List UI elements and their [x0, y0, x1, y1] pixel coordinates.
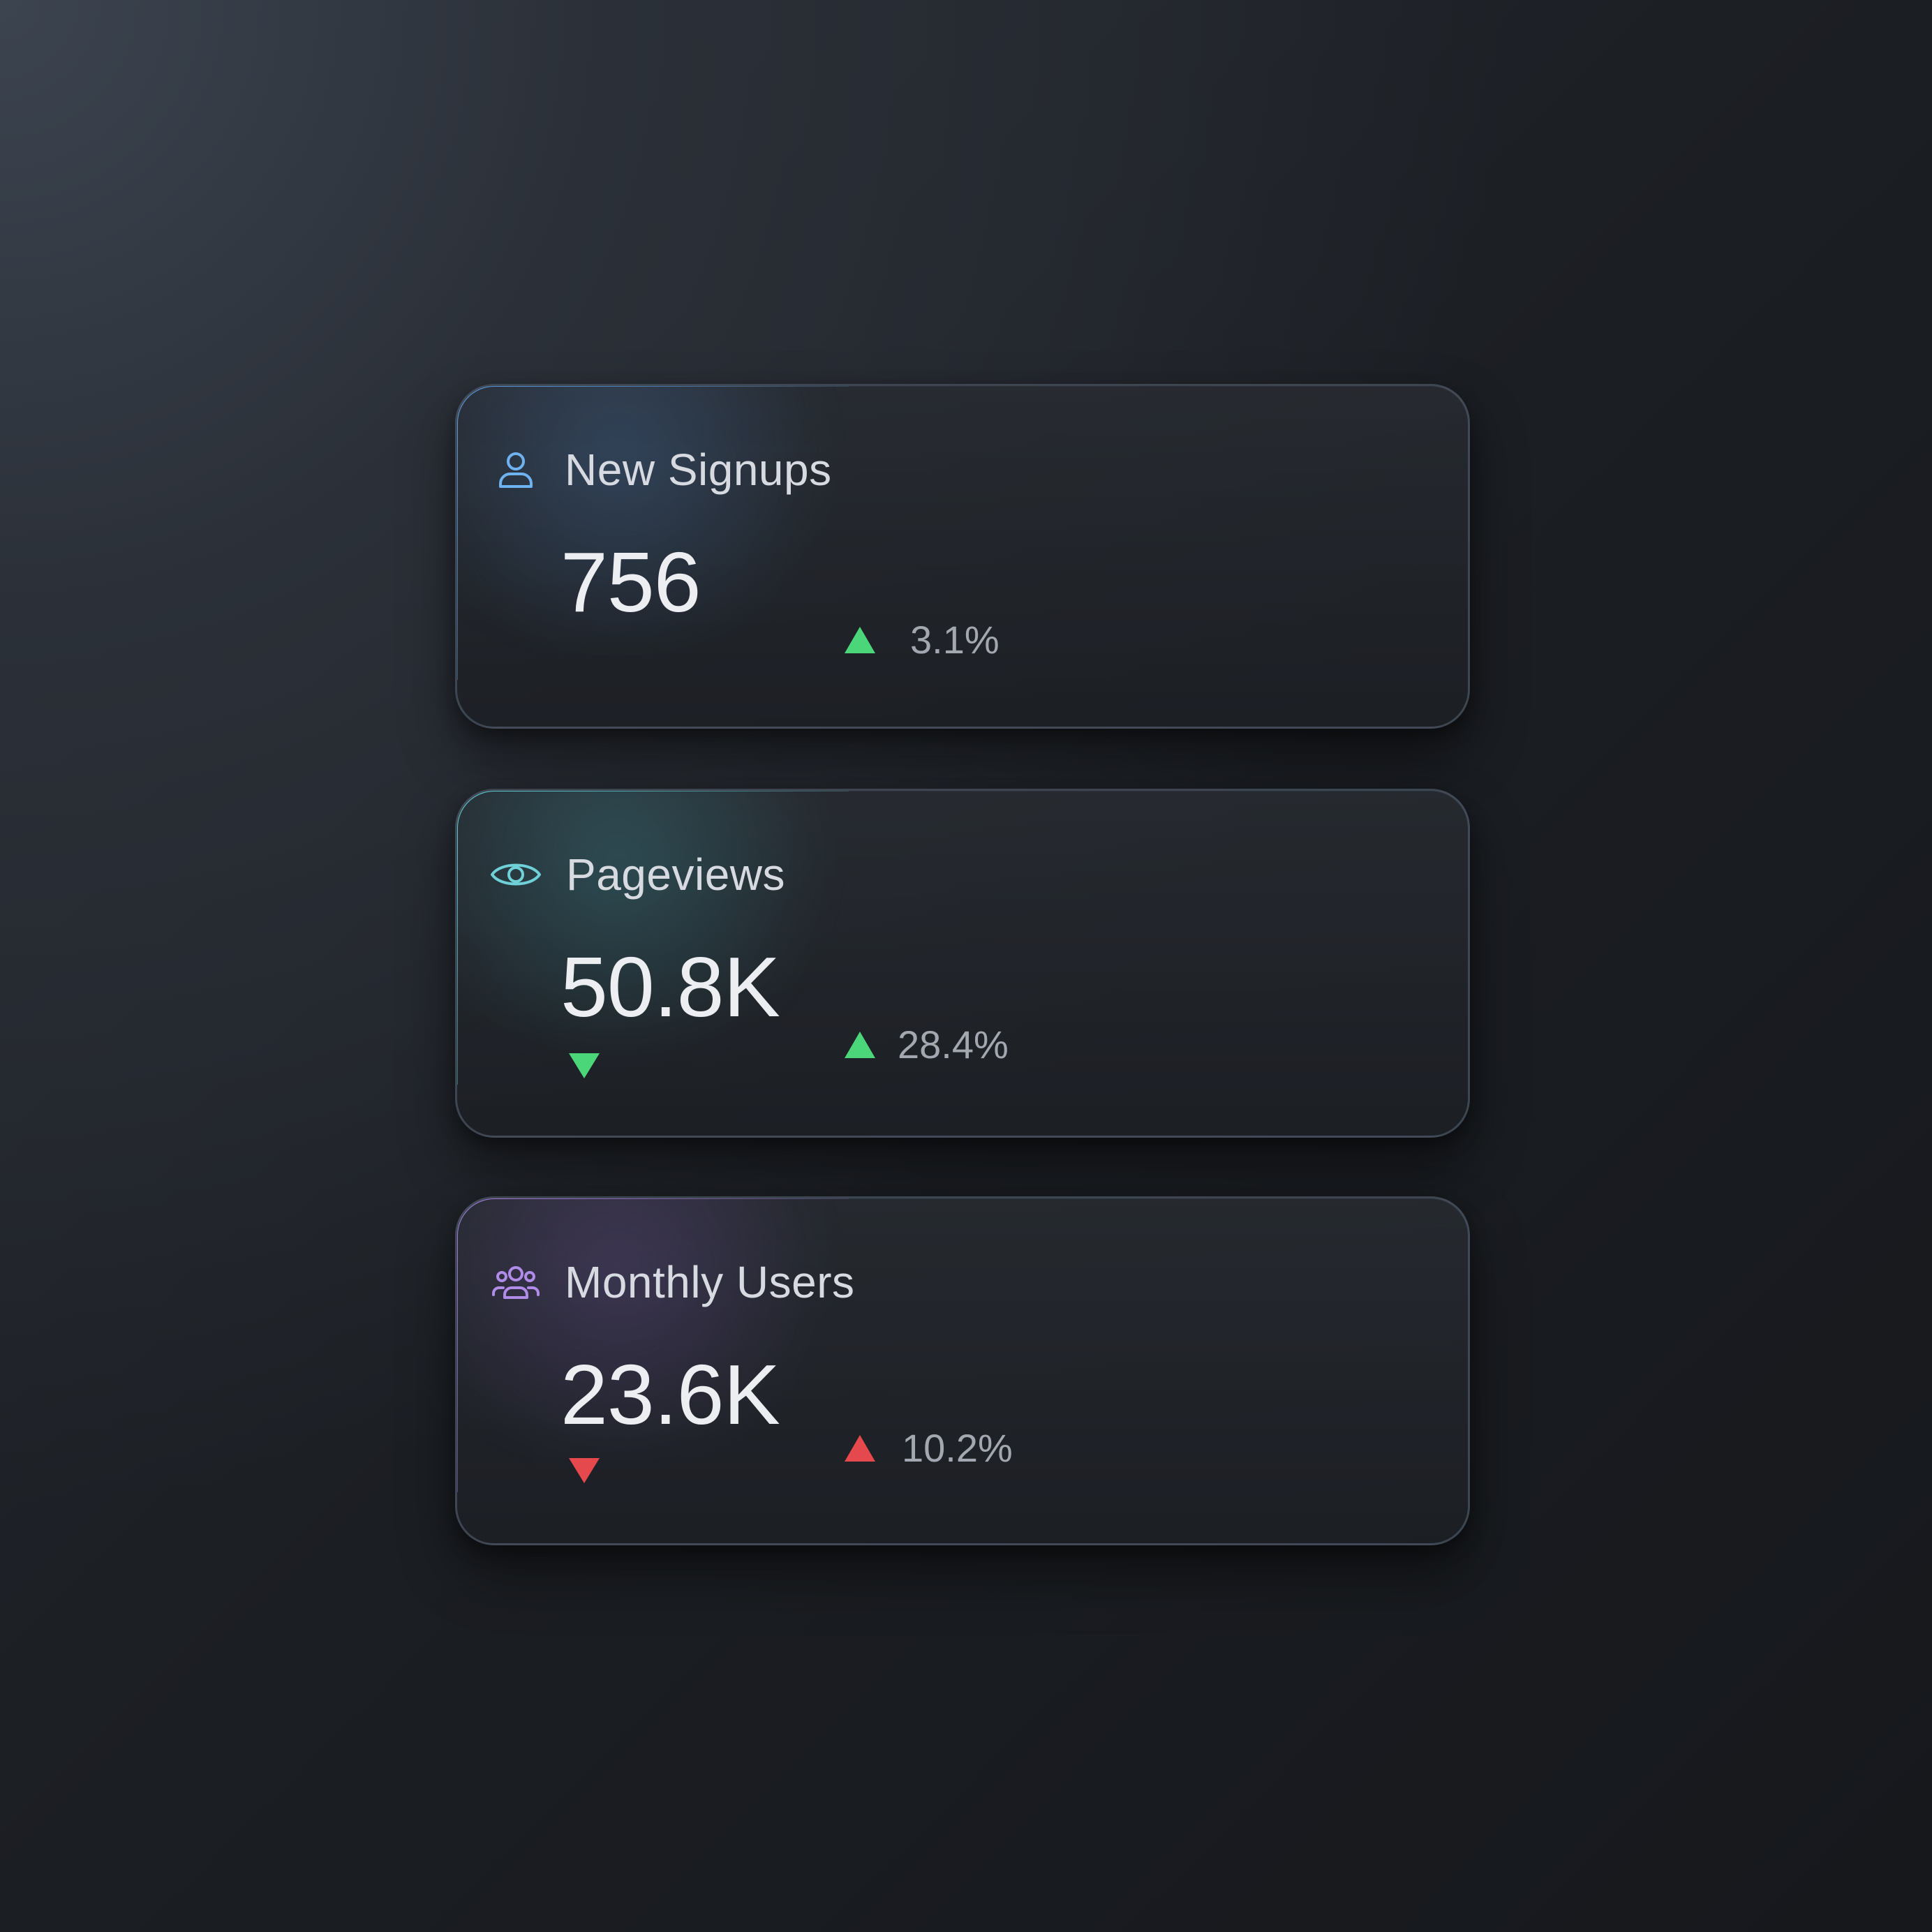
metric-card-new-signups[interactable]: New Signups 756 3.1% [455, 384, 1470, 729]
delta-indicator: 10.2% [845, 1425, 1013, 1471]
metric-card-stack: New Signups 756 3.1% Pageviews 50.8K 28.… [455, 384, 1470, 1545]
trend-up-icon [845, 1434, 875, 1462]
card-header: New Signups [493, 442, 832, 498]
metric-card-pageviews[interactable]: Pageviews 50.8K 28.4% [455, 789, 1470, 1138]
eye-icon [489, 852, 542, 897]
card-accent-edge [457, 791, 849, 1085]
card-header: Monthly Users [491, 1254, 855, 1310]
card-title: Pageviews [566, 849, 785, 900]
card-title: New Signups [565, 445, 832, 495]
delta-percent: 10.2% [902, 1426, 1013, 1470]
trend-down-icon [569, 1053, 600, 1078]
trend-up-icon [845, 1031, 875, 1058]
metric-value: 23.6K [560, 1347, 780, 1442]
card-title: Monthly Users [565, 1257, 855, 1307]
metric-value: 50.8K [560, 939, 780, 1034]
metric-card-monthly-users[interactable]: Monthly Users 23.6K 10.2% [455, 1196, 1470, 1545]
trend-up-icon [845, 626, 875, 653]
delta-indicator: 3.1% [845, 617, 1000, 662]
users-group-icon [491, 1260, 541, 1305]
trend-down-icon [569, 1458, 600, 1483]
delta-indicator: 28.4% [845, 1022, 1009, 1067]
card-accent-edge [457, 1198, 849, 1492]
metric-value: 756 [560, 535, 701, 630]
delta-percent: 3.1% [910, 618, 1000, 662]
card-header: Pageviews [491, 847, 785, 902]
card-accent-edge [457, 386, 849, 680]
delta-percent: 28.4% [898, 1023, 1009, 1067]
user-icon [493, 447, 538, 492]
